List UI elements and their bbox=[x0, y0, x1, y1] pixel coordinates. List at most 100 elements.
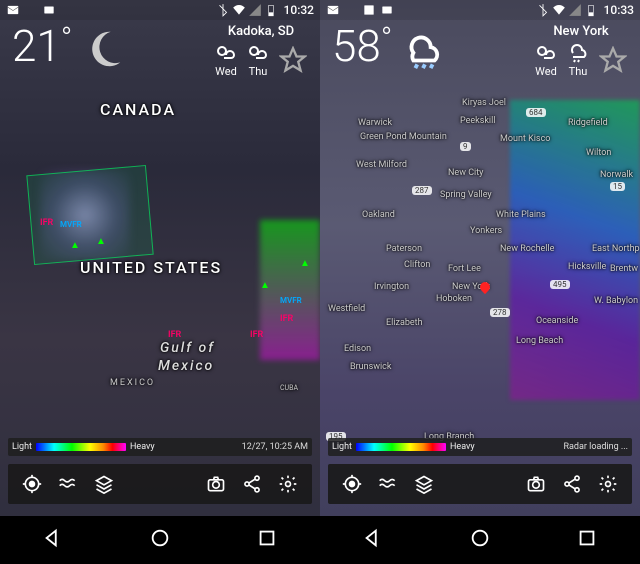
favorite-star-icon[interactable] bbox=[278, 45, 308, 75]
wifi-icon bbox=[552, 3, 566, 17]
screenshot-icon bbox=[380, 3, 394, 17]
map-toolbar bbox=[8, 464, 312, 504]
temperature: 21° bbox=[12, 24, 72, 68]
location-label[interactable]: Kadoka, SD bbox=[228, 24, 294, 39]
map-label-canada: CANADA bbox=[100, 100, 176, 119]
route-shield: 15 bbox=[610, 182, 625, 191]
map-city-label: Oakland bbox=[362, 210, 395, 220]
forecast-day-thu[interactable]: Thu bbox=[246, 41, 270, 78]
legend-light: Light bbox=[332, 442, 352, 452]
status-bar: 10:33 bbox=[320, 0, 640, 20]
map-city-label: Mount Kisco bbox=[500, 134, 550, 144]
weather-header: 21° Kadoka, SD Wed Thu bbox=[0, 20, 320, 80]
map-city-label: Irvington bbox=[374, 282, 409, 292]
map-city-label: White Plains bbox=[496, 210, 546, 220]
map-city-label: Fort Lee bbox=[448, 264, 481, 274]
route-shield: 287 bbox=[412, 186, 432, 195]
animation-icon[interactable] bbox=[50, 466, 86, 502]
map-label-gulf2: Mexico bbox=[158, 358, 214, 374]
map-city-label: Yonkers bbox=[470, 226, 502, 236]
map-city-label: Clifton bbox=[404, 260, 430, 270]
battery-icon bbox=[584, 3, 598, 17]
gear-icon[interactable] bbox=[270, 466, 306, 502]
map-city-label: New City bbox=[448, 168, 483, 178]
back-button[interactable] bbox=[362, 527, 384, 553]
screen-left: 10:32 21° Kadoka, SD Wed Thu bbox=[0, 0, 320, 564]
map-city-label: West Milford bbox=[356, 160, 407, 170]
battery-icon bbox=[264, 3, 278, 17]
legend-timestamp: 12/27, 10:25 AM bbox=[242, 442, 308, 452]
forecast-day-wed[interactable]: Wed bbox=[214, 41, 238, 78]
signal-icon bbox=[568, 3, 582, 17]
route-shield: 495 bbox=[550, 280, 570, 289]
home-button[interactable] bbox=[469, 527, 491, 553]
weather-header: 58° New York Wed Thu bbox=[320, 20, 640, 80]
locate-icon[interactable] bbox=[14, 466, 50, 502]
map-city-label: Wilton bbox=[586, 148, 611, 158]
map-city-label: Brunswick bbox=[350, 362, 391, 372]
bluetooth-icon bbox=[536, 3, 550, 17]
map-city-label: Westfield bbox=[328, 304, 365, 314]
status-time: 10:32 bbox=[284, 3, 314, 17]
locate-icon[interactable] bbox=[334, 466, 370, 502]
share-icon[interactable] bbox=[234, 466, 270, 502]
download-icon bbox=[344, 3, 358, 17]
image-icon bbox=[362, 3, 376, 17]
moon-icon bbox=[78, 24, 128, 74]
legend-spectrum bbox=[356, 443, 446, 451]
map-city-label: W. Babylon bbox=[594, 296, 638, 306]
route-shield: 278 bbox=[490, 308, 510, 317]
map-city-label: Long Beach bbox=[516, 336, 563, 346]
download-icon bbox=[24, 3, 38, 17]
home-button[interactable] bbox=[149, 527, 171, 553]
status-time: 10:33 bbox=[604, 3, 634, 17]
map-city-label: Hoboken bbox=[436, 294, 472, 304]
layers-icon[interactable] bbox=[86, 466, 122, 502]
route-shield: 9 bbox=[460, 142, 471, 151]
map-city-label: Green Pond Mountain bbox=[360, 132, 447, 142]
mail-icon bbox=[326, 3, 340, 17]
rain-cloud-icon bbox=[398, 24, 448, 74]
recent-button[interactable] bbox=[576, 527, 598, 553]
map-city-label: Elizabeth bbox=[386, 318, 423, 328]
back-button[interactable] bbox=[42, 527, 64, 553]
map-city-label: Brentw bbox=[610, 264, 638, 274]
legend-heavy: Heavy bbox=[130, 442, 155, 452]
map-city-label: Hicksville bbox=[568, 262, 606, 272]
share-icon[interactable] bbox=[554, 466, 590, 502]
screen-right: 10:33 58° New York Wed Thu bbox=[320, 0, 640, 564]
camera-icon[interactable] bbox=[198, 466, 234, 502]
screenshot-icon bbox=[42, 3, 56, 17]
temperature: 58° bbox=[332, 24, 392, 68]
map-city-label: Oceanside bbox=[536, 316, 578, 326]
animation-icon[interactable] bbox=[370, 466, 406, 502]
forecast-day-wed[interactable]: Wed bbox=[534, 41, 558, 78]
signal-icon bbox=[248, 3, 262, 17]
alert-polygon bbox=[26, 165, 153, 265]
map-city-label: Norwalk bbox=[600, 170, 633, 180]
map-toolbar bbox=[328, 464, 632, 504]
map-city-label: New Rochelle bbox=[500, 244, 554, 254]
camera-icon[interactable] bbox=[518, 466, 554, 502]
map-city-label: Spring Valley bbox=[440, 190, 492, 200]
map-city-label: Warwick bbox=[358, 118, 392, 128]
bluetooth-icon bbox=[216, 3, 230, 17]
recent-button[interactable] bbox=[256, 527, 278, 553]
layers-icon[interactable] bbox=[406, 466, 442, 502]
map-city-label: Edison bbox=[344, 344, 371, 354]
map-city-label: Peekskill bbox=[460, 116, 496, 126]
gear-icon[interactable] bbox=[590, 466, 626, 502]
android-navbar bbox=[0, 516, 320, 564]
radar-legend: Light Heavy 12/27, 10:25 AM bbox=[8, 438, 312, 456]
android-navbar bbox=[320, 516, 640, 564]
map-city-label: East Northp bbox=[592, 244, 640, 254]
route-shield: 684 bbox=[526, 108, 546, 117]
favorite-star-icon[interactable] bbox=[598, 45, 628, 75]
map-label-gulf: Gulf of bbox=[160, 340, 215, 356]
forecast-day-thu[interactable]: Thu bbox=[566, 41, 590, 78]
map-label-mexico: MEXICO bbox=[110, 378, 155, 388]
wifi-icon bbox=[232, 3, 246, 17]
location-label[interactable]: New York bbox=[553, 24, 608, 39]
legend-heavy: Heavy bbox=[450, 442, 475, 452]
map-label-usa: UNITED STATES bbox=[80, 258, 222, 277]
